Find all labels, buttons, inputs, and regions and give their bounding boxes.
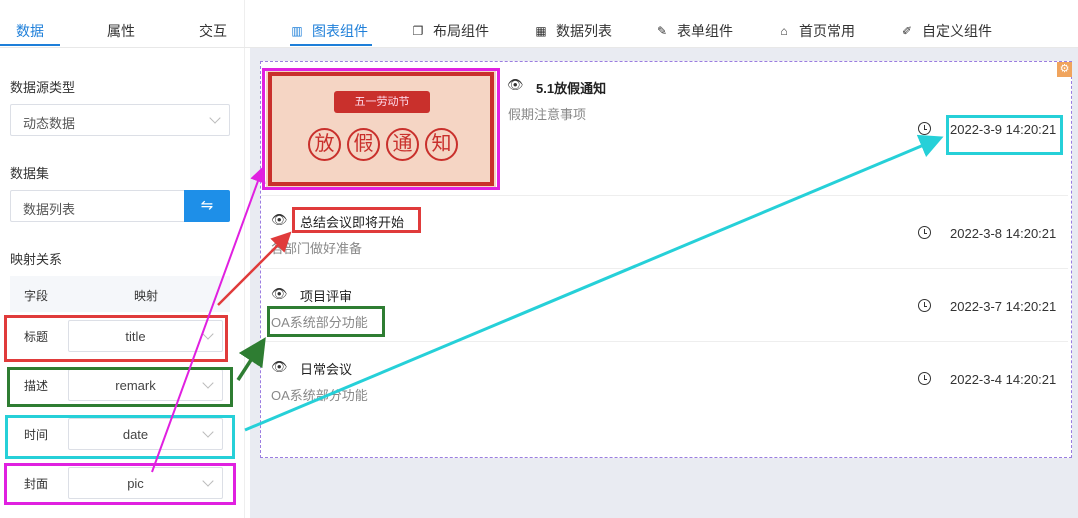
- annotation-arrows: [151, 134, 944, 473]
- arrow-desc: [236, 337, 266, 381]
- arrow-title: [217, 231, 292, 306]
- arrow-time: [244, 134, 944, 432]
- arrow-cover: [151, 166, 266, 473]
- app-root: 数据 属性 交互 数据源类型 动态数据 数据集 数据列表 ⇋ 映射关系 字段 映…: [0, 0, 1078, 518]
